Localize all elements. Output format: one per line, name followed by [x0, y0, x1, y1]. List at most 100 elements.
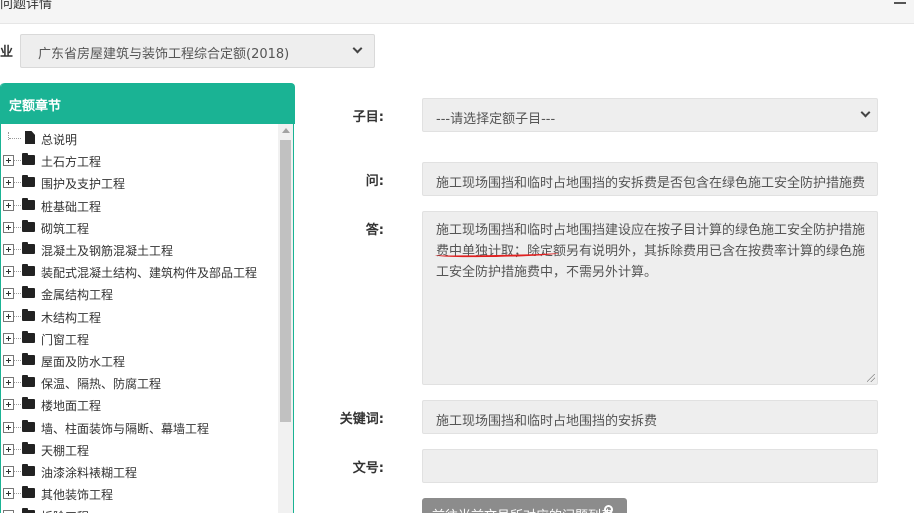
- tree-folder-item[interactable]: 保温、隔热、防腐工程: [1, 374, 279, 392]
- tree-connector: [14, 382, 21, 384]
- folder-icon: [22, 219, 35, 232]
- keyword-label: 关键词:: [339, 412, 384, 427]
- expand-plus-icon[interactable]: [3, 310, 14, 322]
- question-label: 问:: [365, 174, 384, 189]
- question-text: 施工现场围挡和临时占地围挡的安拆费是否包含在绿色施工安全防护措施费中: [436, 176, 866, 191]
- expand-plus-icon[interactable]: [3, 244, 14, 255]
- tree-connector: [14, 493, 21, 495]
- answer-textarea[interactable]: 施工现场围挡和临时占地围挡建设应在按子目计算的绿色施工安全防护措施费中单独计取；…: [422, 211, 878, 385]
- file-icon: [25, 131, 35, 144]
- tree-folder-item[interactable]: 桩基础工程: [1, 197, 279, 215]
- keyword-text: 施工现场围挡和临时占地围挡的安拆费: [436, 414, 658, 429]
- folder-icon: [22, 375, 35, 388]
- search-icon: [604, 505, 613, 513]
- resize-grip-icon[interactable]: [867, 374, 875, 382]
- tree-connector: [14, 471, 21, 472]
- folder-icon: [22, 464, 35, 476]
- tree-folder-item[interactable]: 拆除工程: [1, 507, 279, 513]
- tree-item-label: 其他装饰工程: [41, 488, 114, 503]
- expand-plus-icon[interactable]: [3, 377, 14, 389]
- folder-icon: [22, 197, 35, 210]
- expand-plus-icon[interactable]: [3, 443, 14, 455]
- tree-item-label: 总说明: [41, 133, 78, 147]
- tree-item-label: 拆除工程: [41, 508, 89, 513]
- industry-select[interactable]: 广东省房屋建筑与装饰工程综合定额(2018): [20, 34, 375, 68]
- expand-plus-icon[interactable]: [3, 221, 14, 233]
- chevron-down-icon: [352, 43, 363, 54]
- folder-icon: [22, 330, 35, 343]
- chapter-panel-title: 定额章节: [9, 99, 62, 114]
- tree-folder-item[interactable]: 天棚工程: [1, 441, 279, 459]
- tree-item-label: 墙、柱面装饰与隔断、幕墙工程: [41, 421, 210, 436]
- expand-plus-icon[interactable]: [3, 177, 14, 189]
- expand-plus-icon[interactable]: [3, 155, 14, 167]
- chapter-tree: 总说明土石方工程围护及支护工程桩基础工程砌筑工程混凝土及钢筋混凝土工程装配式混凝…: [1, 126, 279, 513]
- chapter-panel: 定额章节 总说明土石方工程围护及支护工程桩基础工程砌筑工程混凝土及钢筋混凝土工程…: [0, 83, 295, 513]
- expand-plus-icon[interactable]: [3, 399, 14, 411]
- tree-folder-item[interactable]: 墙、柱面装饰与隔断、幕墙工程: [1, 419, 279, 437]
- folder-icon: [22, 286, 35, 299]
- tree-connector: [14, 360, 21, 361]
- goto-button-label: 前往当前文号所对应的问题列表: [432, 505, 614, 513]
- expand-plus-icon[interactable]: [3, 332, 14, 344]
- tree-folder-item[interactable]: 屋面及防水工程: [1, 352, 279, 370]
- tree-item-label: 金属结构工程: [41, 288, 114, 303]
- docno-field[interactable]: [422, 449, 878, 483]
- question-field[interactable]: 施工现场围挡和临时占地围挡的安拆费是否包含在绿色施工安全防护措施费中: [422, 162, 878, 196]
- tree-connector: [14, 448, 21, 450]
- scrollbar-thumb[interactable]: [280, 140, 291, 422]
- tree-folder-item[interactable]: 围护及支护工程: [1, 174, 279, 192]
- tree-folder-item[interactable]: 木结构工程: [1, 308, 279, 326]
- tree-item-label: 土石方工程: [41, 155, 102, 170]
- tree-folder-item[interactable]: 金属结构工程: [1, 285, 279, 303]
- tree-item-label: 混凝土及钢筋混凝土工程: [41, 244, 174, 258]
- keyword-field[interactable]: 施工现场围挡和临时占地围挡的安拆费: [422, 400, 878, 434]
- tree-folder-item[interactable]: 土石方工程: [1, 152, 279, 170]
- tree-folder-item[interactable]: 混凝土及钢筋混凝土工程: [1, 241, 279, 259]
- tree-connector: [9, 138, 21, 139]
- folder-icon: [22, 264, 35, 277]
- tree-item-label: 砌筑工程: [41, 221, 90, 236]
- tree-folder-item[interactable]: 装配式混凝土结构、建筑构件及部品工程: [1, 263, 279, 281]
- tree-folder-item[interactable]: 砌筑工程: [1, 219, 279, 237]
- folder-icon: [22, 353, 35, 365]
- expand-plus-icon[interactable]: [3, 199, 14, 211]
- expand-plus-icon[interactable]: [3, 355, 14, 366]
- folder-icon: [22, 308, 35, 321]
- folder-icon: [22, 153, 35, 166]
- tree-folder-item[interactable]: 其他装饰工程: [1, 485, 279, 503]
- folder-icon: [22, 441, 35, 454]
- chapter-panel-header: 定额章节: [1, 83, 295, 124]
- tree-folder-item[interactable]: 油漆涂料裱糊工程: [1, 463, 279, 481]
- folder-icon: [22, 486, 35, 499]
- tree-folder-item[interactable]: 楼地面工程: [1, 396, 279, 414]
- expand-plus-icon[interactable]: [3, 288, 14, 300]
- tree-folder-item[interactable]: 门窗工程: [1, 330, 279, 348]
- tree-connector: [14, 182, 21, 184]
- tree-connector: [14, 293, 21, 295]
- folder-icon: [22, 419, 35, 432]
- tree-item-label: 门窗工程: [41, 332, 90, 347]
- tree-connector: [14, 160, 21, 162]
- subitem-selected-value: ---请选择定额子目---: [436, 112, 556, 127]
- tree-item-label: 围护及支护工程: [41, 177, 126, 192]
- tree-connector: [14, 337, 21, 339]
- subitem-select[interactable]: ---请选择定额子目---: [422, 98, 878, 132]
- scroll-up-icon[interactable]: [282, 128, 290, 133]
- title-bar: 问题详情: [0, 0, 914, 24]
- folder-icon: [22, 175, 35, 188]
- expand-plus-icon[interactable]: [3, 466, 14, 477]
- industry-selected-value: 广东省房屋建筑与装饰工程综合定额(2018): [38, 47, 290, 62]
- tree-connector: [14, 204, 21, 206]
- expand-plus-icon[interactable]: [3, 488, 14, 500]
- docno-label: 文号:: [352, 461, 384, 476]
- tree-scrollbar[interactable]: [278, 124, 293, 513]
- folder-icon: [22, 242, 35, 254]
- tree-item-label: 木结构工程: [41, 310, 102, 325]
- minimize-icon[interactable]: [894, 2, 906, 4]
- tree-file-item[interactable]: 总说明: [1, 130, 279, 148]
- goto-question-list-button[interactable]: 前往当前文号所对应的问题列表: [422, 498, 627, 513]
- expand-plus-icon[interactable]: [3, 266, 14, 278]
- tree-connector: [14, 249, 21, 250]
- expand-plus-icon[interactable]: [3, 421, 14, 433]
